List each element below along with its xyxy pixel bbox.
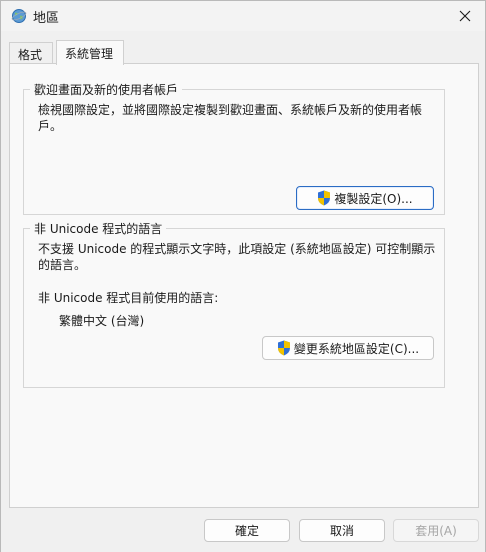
non-unicode-group: 非 Unicode 程式的語言 不支援 Unicode 的程式顯示文字時，此項設… — [23, 220, 445, 388]
welcome-group-legend: 歡迎畫面及新的使用者帳戶 — [30, 81, 183, 98]
cancel-button[interactable]: 取消 — [299, 519, 385, 542]
copy-settings-button[interactable]: 複製設定(O)... — [296, 186, 434, 210]
apply-button[interactable]: 套用(A) — [393, 519, 479, 542]
copy-settings-label: 複製設定(O)... — [334, 191, 413, 206]
dialog-button-bar: 確定 取消 套用(A) — [1, 508, 485, 552]
non-unicode-group-legend: 非 Unicode 程式的語言 — [30, 220, 167, 237]
change-system-locale-label: 變更系統地區設定(C)... — [293, 341, 420, 356]
welcome-screen-group: 歡迎畫面及新的使用者帳戶 檢視國際設定，並將國際設定複製到歡迎畫面、系統帳戶及新… — [23, 81, 445, 215]
change-system-locale-button[interactable]: 變更系統地區設定(C)... — [262, 336, 434, 360]
close-icon — [459, 10, 471, 22]
uac-shield-icon — [318, 190, 331, 206]
tab-administrative[interactable]: 系統管理 — [56, 40, 124, 65]
uac-shield-icon — [277, 340, 290, 356]
region-dialog: 地區 格式 系統管理 歡迎畫面及新的使用者帳戶 檢視國際設定，並將國際設定複製到… — [0, 0, 486, 552]
globe-icon — [11, 9, 27, 23]
non-unicode-description: 不支援 Unicode 的程式顯示文字時，此項設定 (系統地區設定) 可控制顯示… — [38, 242, 436, 272]
tab-formats[interactable]: 格式 — [9, 42, 53, 64]
close-button[interactable] — [445, 1, 485, 31]
welcome-description: 檢視國際設定，並將國際設定複製到歡迎畫面、系統帳戶及新的使用者帳戶。 — [38, 103, 423, 133]
title-bar: 地區 — [1, 1, 485, 31]
current-language-value: 繁體中文 (台灣) — [59, 314, 145, 328]
current-language-label: 非 Unicode 程式目前使用的語言: — [38, 291, 219, 305]
window-title: 地區 — [33, 11, 60, 26]
ok-button[interactable]: 確定 — [204, 519, 290, 542]
administrative-panel: 歡迎畫面及新的使用者帳戶 檢視國際設定，並將國際設定複製到歡迎畫面、系統帳戶及新… — [9, 63, 479, 508]
tab-strip: 格式 系統管理 — [9, 40, 479, 65]
